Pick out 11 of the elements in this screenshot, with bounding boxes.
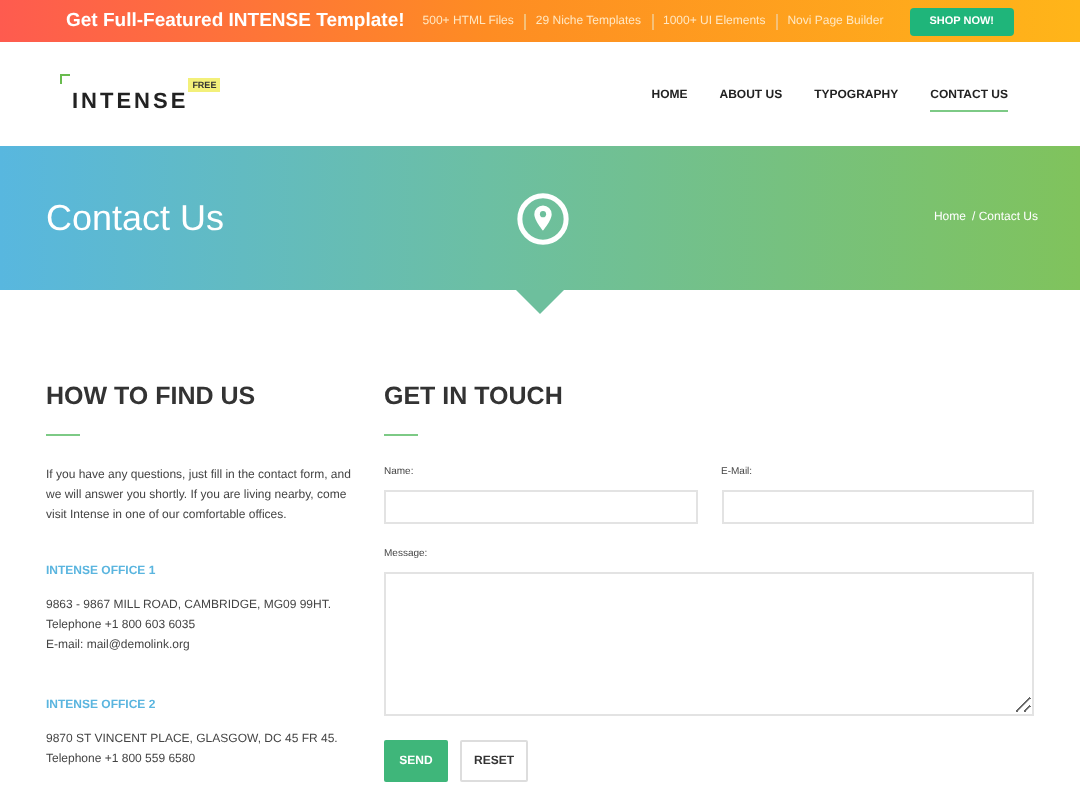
pointer-arrow-icon bbox=[516, 290, 564, 314]
email-input[interactable] bbox=[721, 490, 1034, 524]
message-textarea[interactable] bbox=[384, 572, 1034, 716]
location-pin-icon bbox=[515, 191, 569, 245]
logo[interactable]: INTENSE bbox=[72, 90, 189, 114]
promo-title: Get Full-Featured INTENSE Template! bbox=[66, 10, 405, 32]
section-heading: HOW TO FIND US bbox=[46, 382, 258, 410]
page-title: Contact Us bbox=[46, 197, 227, 239]
section-heading: GET IN TOUCH bbox=[384, 382, 565, 410]
logo-corner-icon bbox=[60, 74, 70, 84]
name-input[interactable] bbox=[384, 490, 697, 524]
